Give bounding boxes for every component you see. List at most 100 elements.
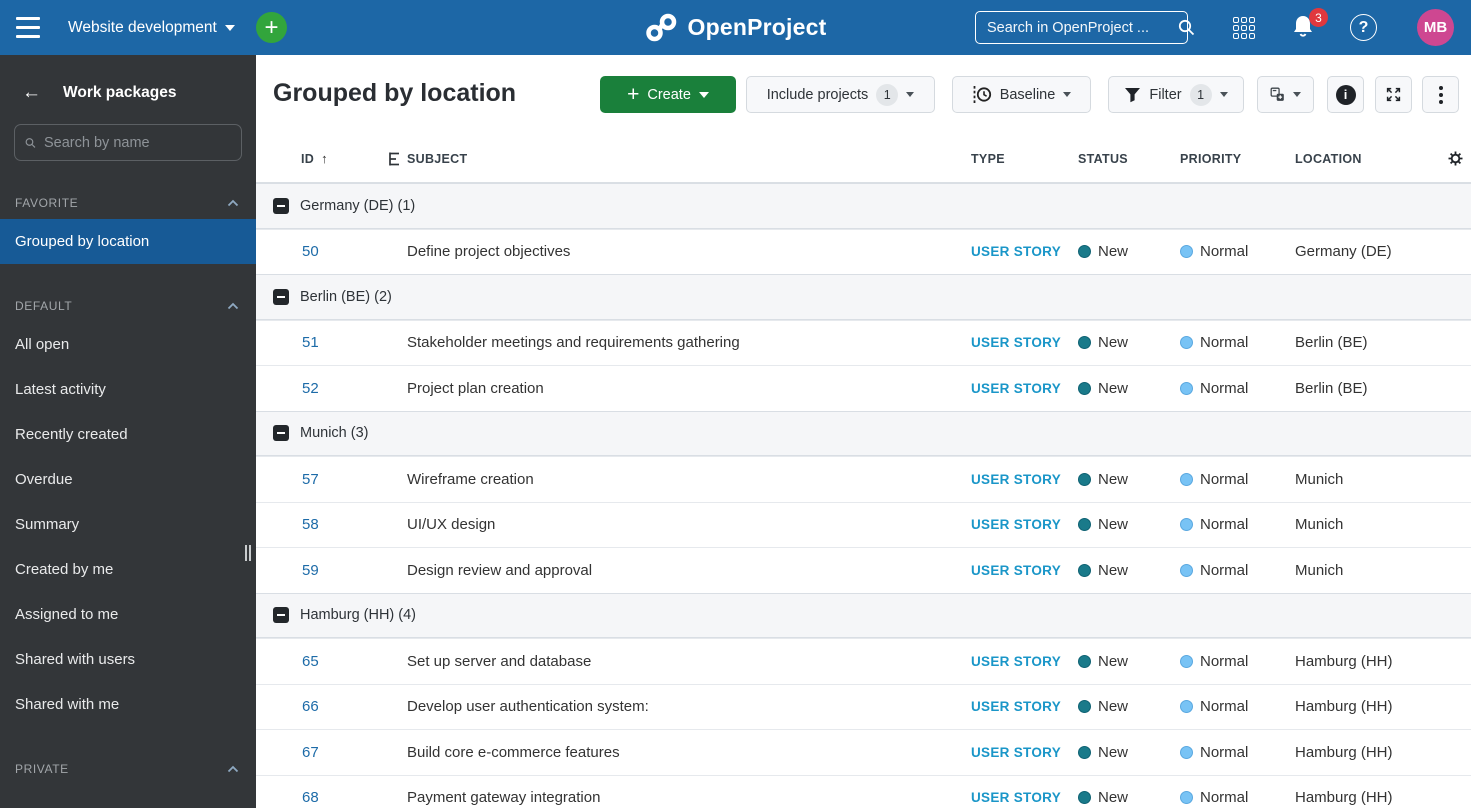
sidebar-item-latest-activity[interactable]: Latest activity xyxy=(0,367,256,412)
baseline-button[interactable]: Baseline xyxy=(952,76,1091,113)
work-package-id-link[interactable]: 58 xyxy=(302,516,319,533)
type-cell[interactable]: USER STORY xyxy=(971,730,1078,775)
type-cell[interactable]: USER STORY xyxy=(971,548,1078,593)
create-button[interactable]: + Create xyxy=(600,76,736,113)
global-search-input[interactable] xyxy=(976,19,1178,36)
priority-cell[interactable]: Normal xyxy=(1180,548,1295,593)
subject-cell[interactable]: Set up server and database xyxy=(407,639,971,684)
location-cell[interactable]: Munich xyxy=(1295,503,1440,548)
fullscreen-button[interactable] xyxy=(1375,76,1412,113)
sidebar-resize-handle[interactable] xyxy=(245,545,253,561)
priority-cell[interactable]: Normal xyxy=(1180,730,1295,775)
subject-cell[interactable]: UI/UX design xyxy=(407,503,971,548)
work-package-id-link[interactable]: 59 xyxy=(302,562,319,579)
help-button[interactable]: ? xyxy=(1350,14,1377,41)
priority-cell[interactable]: Normal xyxy=(1180,639,1295,684)
status-cell[interactable]: New xyxy=(1078,457,1180,502)
status-cell[interactable]: New xyxy=(1078,548,1180,593)
location-cell[interactable]: Germany (DE) xyxy=(1295,230,1440,275)
priority-cell[interactable]: Normal xyxy=(1180,503,1295,548)
work-package-id-link[interactable]: 68 xyxy=(302,789,319,806)
filter-button[interactable]: Filter 1 xyxy=(1108,76,1244,113)
collapse-group-icon[interactable] xyxy=(273,425,289,442)
column-header-type[interactable]: TYPE xyxy=(971,152,1078,166)
subject-cell[interactable]: Wireframe creation xyxy=(407,457,971,502)
sidebar-item-grouped-by-location[interactable]: Grouped by location xyxy=(0,219,256,264)
location-cell[interactable]: Hamburg (HH) xyxy=(1295,776,1440,808)
priority-cell[interactable]: Normal xyxy=(1180,776,1295,808)
location-cell[interactable]: Hamburg (HH) xyxy=(1295,639,1440,684)
project-select[interactable]: Website development xyxy=(60,0,243,55)
location-cell[interactable]: Hamburg (HH) xyxy=(1295,685,1440,730)
type-cell[interactable]: USER STORY xyxy=(971,230,1078,275)
subject-cell[interactable]: Define project objectives xyxy=(407,230,971,275)
more-options-button[interactable] xyxy=(1422,76,1459,113)
back-arrow-icon[interactable]: ← xyxy=(22,83,41,102)
sidebar-section-header-favorite[interactable]: FAVORITE xyxy=(0,187,256,219)
collapse-group-icon[interactable] xyxy=(273,288,289,305)
sidebar-section-header-default[interactable]: DEFAULT xyxy=(0,290,256,322)
user-avatar[interactable]: MB xyxy=(1417,9,1454,46)
subject-cell[interactable]: Project plan creation xyxy=(407,366,971,411)
type-cell[interactable]: USER STORY xyxy=(971,503,1078,548)
type-cell[interactable]: USER STORY xyxy=(971,321,1078,366)
status-cell[interactable]: New xyxy=(1078,366,1180,411)
location-cell[interactable]: Berlin (BE) xyxy=(1295,366,1440,411)
sidebar-item-shared-with-me[interactable]: Shared with me xyxy=(0,682,256,727)
sidebar-item-all-open[interactable]: All open xyxy=(0,322,256,367)
sidebar-item-overdue[interactable]: Overdue xyxy=(0,457,256,502)
type-cell[interactable]: USER STORY xyxy=(971,685,1078,730)
include-projects-button[interactable]: Include projects 1 xyxy=(746,76,935,113)
column-header-priority[interactable]: PRIORITY xyxy=(1180,152,1295,166)
collapse-groups-button[interactable] xyxy=(1257,76,1314,113)
status-cell[interactable]: New xyxy=(1078,503,1180,548)
subject-cell[interactable]: Design review and approval xyxy=(407,548,971,593)
type-cell[interactable]: USER STORY xyxy=(971,457,1078,502)
sidebar-item-created-by-me[interactable]: Created by me xyxy=(0,547,256,592)
status-cell[interactable]: New xyxy=(1078,730,1180,775)
priority-cell[interactable]: Normal xyxy=(1180,230,1295,275)
quick-add-button[interactable]: + xyxy=(256,12,287,43)
column-header-status[interactable]: STATUS xyxy=(1078,152,1180,166)
type-cell[interactable]: USER STORY xyxy=(971,776,1078,808)
collapse-group-icon[interactable] xyxy=(273,607,289,624)
info-button[interactable]: i xyxy=(1327,76,1364,113)
subject-cell[interactable]: Develop user authentication system: xyxy=(407,685,971,730)
subject-cell[interactable]: Build core e-commerce features xyxy=(407,730,971,775)
status-cell[interactable]: New xyxy=(1078,685,1180,730)
priority-cell[interactable]: Normal xyxy=(1180,685,1295,730)
work-package-id-link[interactable]: 66 xyxy=(302,698,319,715)
sidebar-section-header-private[interactable]: PRIVATE xyxy=(0,753,256,785)
location-cell[interactable]: Munich xyxy=(1295,548,1440,593)
status-cell[interactable]: New xyxy=(1078,321,1180,366)
work-package-id-link[interactable]: 67 xyxy=(302,744,319,761)
column-header-subject[interactable]: SUBJECT xyxy=(389,152,971,166)
sidebar-item-recently-created[interactable]: Recently created xyxy=(0,412,256,457)
location-cell[interactable]: Berlin (BE) xyxy=(1295,321,1440,366)
collapse-group-icon[interactable] xyxy=(273,197,289,214)
notifications-button[interactable]: 3 xyxy=(1290,8,1328,43)
sidebar-item-summary[interactable]: Summary xyxy=(0,502,256,547)
work-package-id-link[interactable]: 51 xyxy=(302,334,319,351)
subject-cell[interactable]: Payment gateway integration xyxy=(407,776,971,808)
status-cell[interactable]: New xyxy=(1078,639,1180,684)
openproject-logo[interactable]: OpenProject xyxy=(645,0,827,55)
location-cell[interactable]: Munich xyxy=(1295,457,1440,502)
column-header-id[interactable]: ID ↑ xyxy=(256,151,407,166)
hamburger-menu-icon[interactable] xyxy=(16,17,40,38)
sidebar-search-input[interactable] xyxy=(44,134,231,151)
sidebar-item-assigned-to-me[interactable]: Assigned to me xyxy=(0,592,256,637)
work-package-id-link[interactable]: 65 xyxy=(302,653,319,670)
status-cell[interactable]: New xyxy=(1078,776,1180,808)
work-package-id-link[interactable]: 57 xyxy=(302,471,319,488)
work-package-id-link[interactable]: 52 xyxy=(302,380,319,397)
sidebar-item-shared-with-users[interactable]: Shared with users xyxy=(0,637,256,682)
type-cell[interactable]: USER STORY xyxy=(971,639,1078,684)
priority-cell[interactable]: Normal xyxy=(1180,366,1295,411)
priority-cell[interactable]: Normal xyxy=(1180,321,1295,366)
column-header-location[interactable]: LOCATION xyxy=(1295,152,1440,166)
work-package-id-link[interactable]: 50 xyxy=(302,243,319,260)
table-settings-button[interactable] xyxy=(1440,151,1471,166)
subject-cell[interactable]: Stakeholder meetings and requirements ga… xyxy=(407,321,971,366)
type-cell[interactable]: USER STORY xyxy=(971,366,1078,411)
